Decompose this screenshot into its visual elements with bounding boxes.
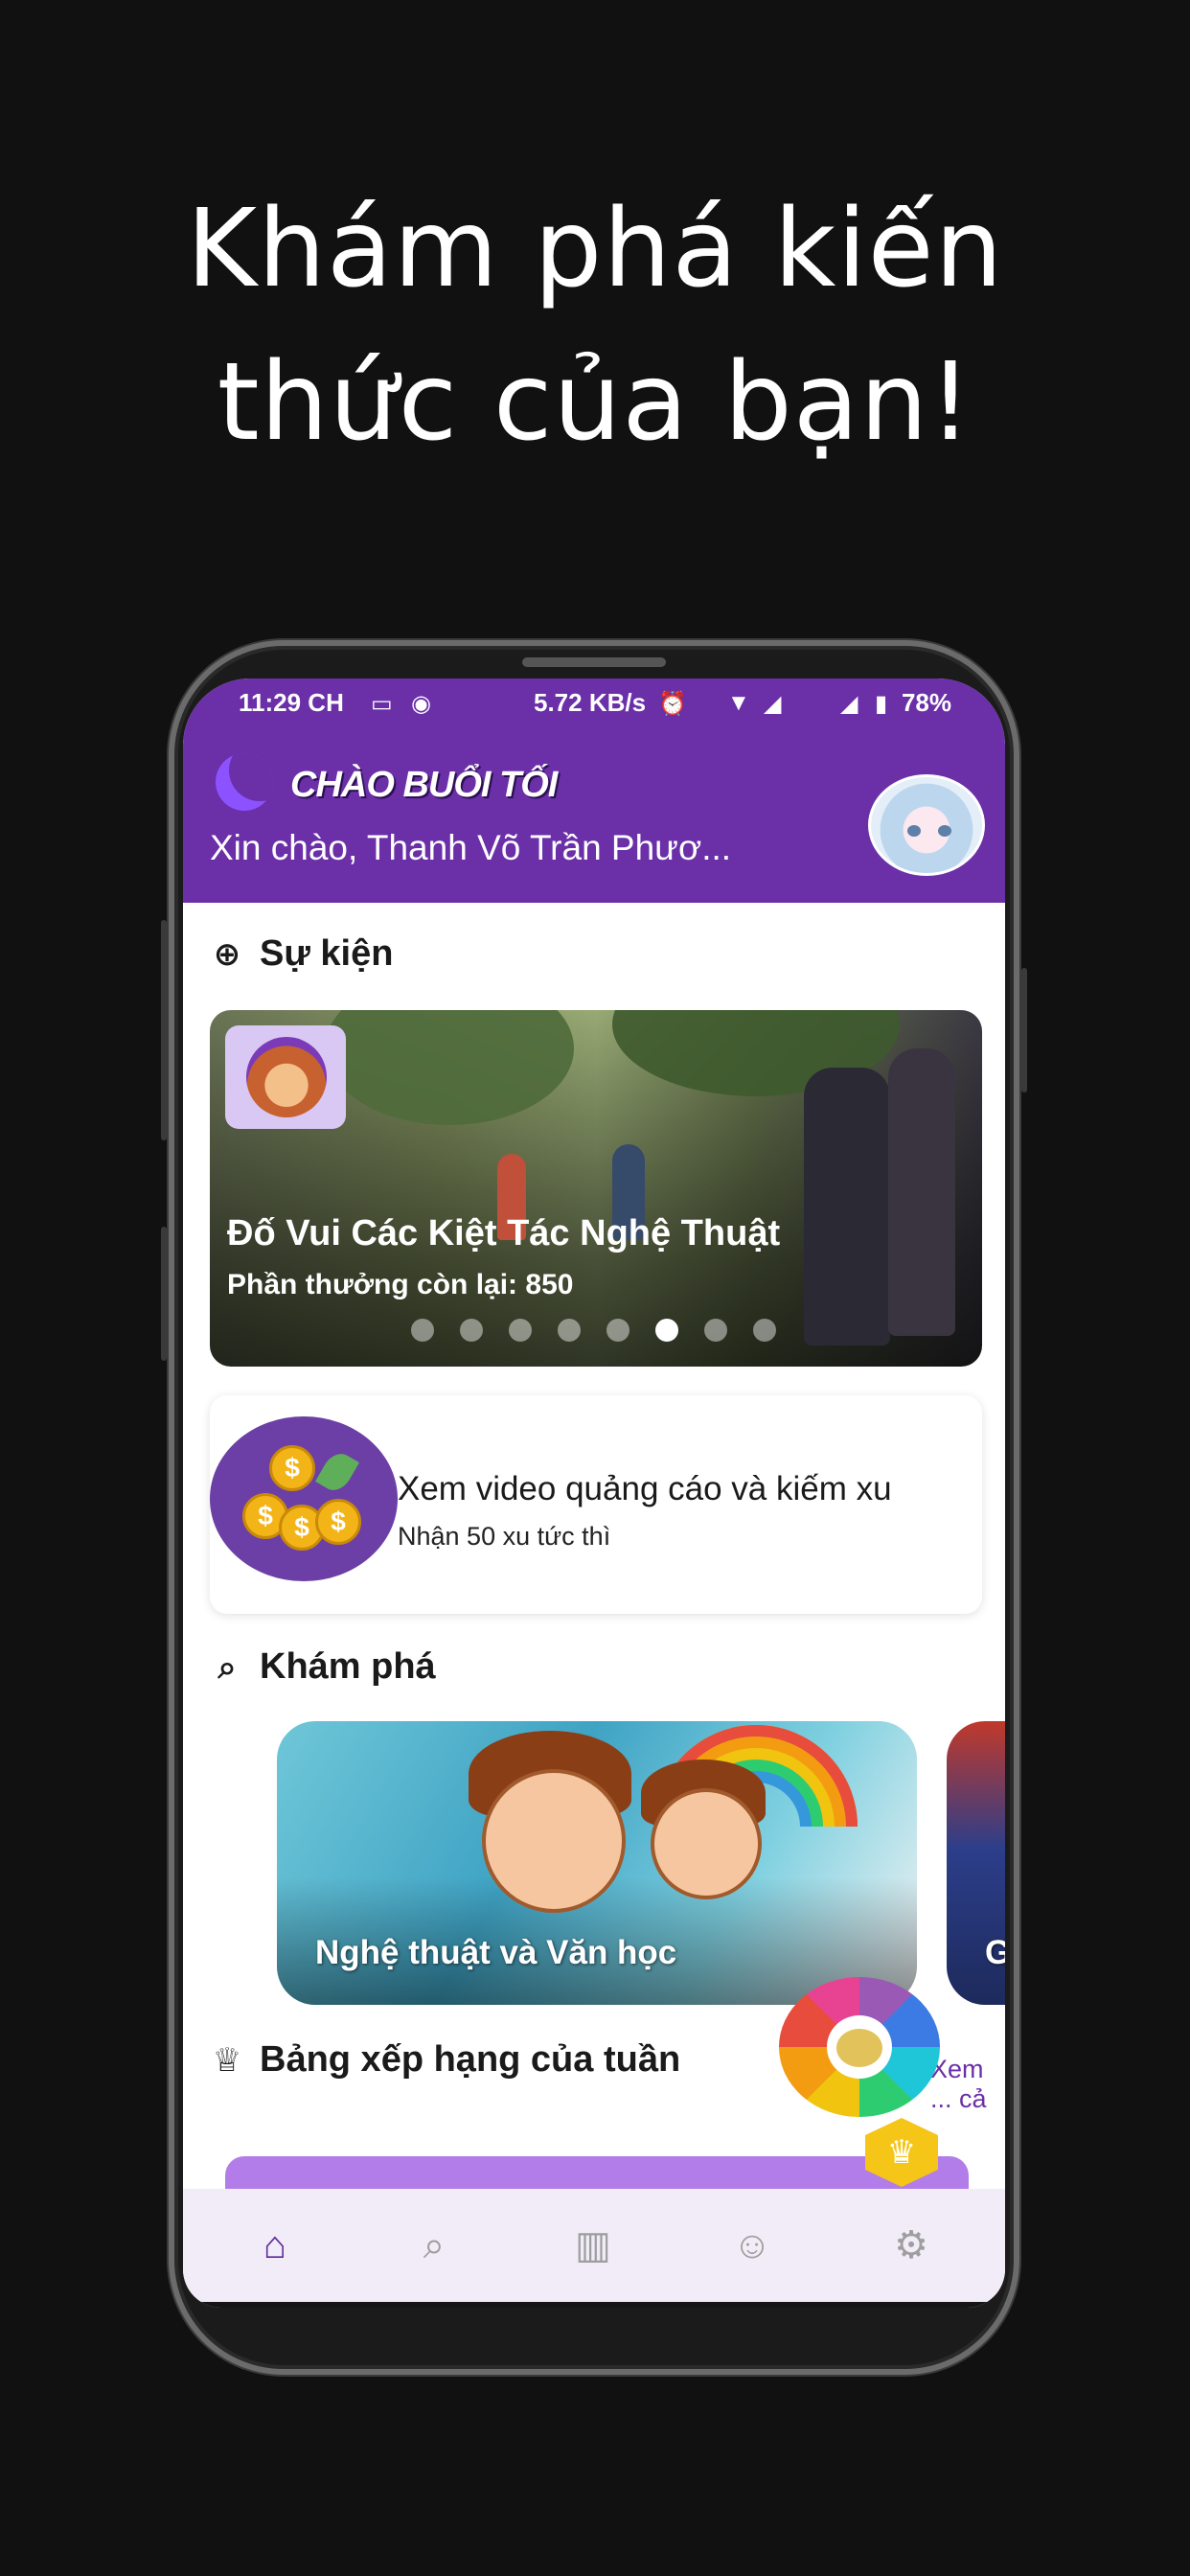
coin-shape: $ (269, 1445, 315, 1491)
pagination-dot[interactable] (509, 1319, 532, 1342)
user-greeting: Xin chào, Thanh Võ Trần Phươ... (210, 828, 732, 867)
headline-line-1: Khám phá kiến (186, 187, 1004, 311)
pagination-dot[interactable] (606, 1319, 629, 1342)
event-reward-remaining: Phần thưởng còn lại: 850 (227, 1269, 574, 1300)
notification-icon: ◉ (411, 691, 431, 717)
nav-user-icon[interactable]: ☺ (723, 2221, 781, 2269)
app-screen: 11:29 CH ▭ ◉ 5.72 KB/s ⏰ ▼ ◢ ◢ ▮ 78% CHÀ… (183, 678, 1005, 2308)
event-badge (225, 1025, 346, 1129)
kid-face (651, 1788, 762, 1899)
wheel-hub (836, 2029, 882, 2067)
events-section-title: ⊕ Sự kiện (210, 933, 394, 975)
signal-icon: ◢ (764, 691, 782, 717)
trophy-icon: ♕ (212, 2042, 242, 2079)
pagination-dot[interactable] (558, 1319, 581, 1342)
headline-line-2: thức của bạn! (217, 340, 973, 465)
app-header: 11:29 CH ▭ ◉ 5.72 KB/s ⏰ ▼ ◢ ◢ ▮ 78% CHÀ… (183, 678, 1005, 903)
event-title: Đố Vui Các Kiệt Tác Nghệ Thuật (227, 1213, 781, 1254)
events-title-text: Sự kiện (260, 933, 394, 974)
kid-face (482, 1769, 626, 1913)
moon-icon (216, 753, 273, 811)
nav-home-icon[interactable]: ⌂ (246, 2221, 304, 2269)
leaderboard-title-text: Bảng xếp hạng của tuần (260, 2039, 681, 2080)
status-bar: 11:29 CH ▭ ◉ 5.72 KB/s ⏰ ▼ ◢ ◢ ▮ 78% (183, 678, 1005, 730)
nav-search-icon[interactable]: ⌕ (405, 2221, 463, 2269)
avatar-eye (938, 825, 951, 837)
search-icon: ⌕ (217, 1649, 237, 1686)
phone-side-button (161, 920, 167, 1140)
leaderboard-section-title: ♕ Bảng xếp hạng của tuần (210, 2039, 680, 2081)
phone-side-button (161, 1227, 167, 1361)
network-speed: 5.72 KB/s (534, 688, 647, 717)
alarm-icon: ⏰ (658, 691, 687, 717)
wifi-icon: ▼ (727, 690, 750, 716)
status-time: 11:29 CH (239, 688, 344, 717)
pagination-dot[interactable] (704, 1319, 727, 1342)
lucky-wheel-button[interactable] (779, 1977, 940, 2117)
explore-title-text: Khám phá (260, 1646, 436, 1687)
coins-icon: $ $ $ $ (210, 1416, 398, 1581)
pagination-dot[interactable] (753, 1319, 776, 1342)
avatar[interactable] (868, 774, 985, 876)
globe-icon: ⊕ (213, 936, 241, 973)
pagination-dot[interactable] (460, 1319, 483, 1342)
leaf-shape (315, 1448, 359, 1496)
pagination-dot[interactable] (411, 1319, 434, 1342)
explore-card-art-literature[interactable]: Nghệ thuật và Văn học (277, 1721, 917, 2005)
reward-title: Xem video quảng cáo và kiếm xu (398, 1470, 892, 1507)
explore-card-label: Nghệ thuật và Văn học (315, 1934, 677, 1971)
coin-shape: $ (315, 1499, 361, 1545)
image-icon: ▭ (371, 691, 393, 717)
nav-bar-chart-icon[interactable]: ▥ (564, 2221, 622, 2269)
painting-tree (325, 1010, 574, 1125)
gesture-area (183, 2302, 1005, 2308)
promo-headline: Khám phá kiến thức của bạn! (0, 172, 1190, 479)
nav-gear-icon[interactable]: ⚙ (882, 2221, 940, 2269)
explore-section-title: ⌕ Khám phá (210, 1646, 436, 1688)
watch-ad-reward-card[interactable]: $ $ $ $ Xem video quảng cáo và kiếm xu N… (210, 1395, 982, 1614)
painting-figure (888, 1048, 955, 1336)
pagination-dot-active[interactable] (655, 1319, 678, 1342)
bear-mascot-icon (246, 1037, 327, 1117)
avatar-eye (907, 825, 921, 837)
event-card[interactable]: Đố Vui Các Kiệt Tác Nghệ Thuật Phần thưở… (210, 1010, 982, 1367)
explore-card-label: G (985, 1934, 1005, 1971)
phone-speaker (522, 657, 666, 667)
painting-figure (804, 1068, 890, 1346)
greeting-title: CHÀO BUỔI TỐI (290, 765, 558, 805)
phone-power-button (1021, 968, 1027, 1092)
bottom-navigation: ⌂ ⌕ ▥ ☺ ⚙ (183, 2189, 1005, 2302)
explore-card-next[interactable]: G (947, 1721, 1005, 2005)
see-all-link[interactable]: Xem ... cả (930, 2055, 1005, 2114)
signal-icon-2: ◢ (840, 691, 858, 717)
battery-icon: ▮ (875, 691, 888, 717)
battery-level: 78% (901, 688, 951, 717)
reward-subtitle: Nhận 50 xu tức thì (398, 1522, 611, 1551)
